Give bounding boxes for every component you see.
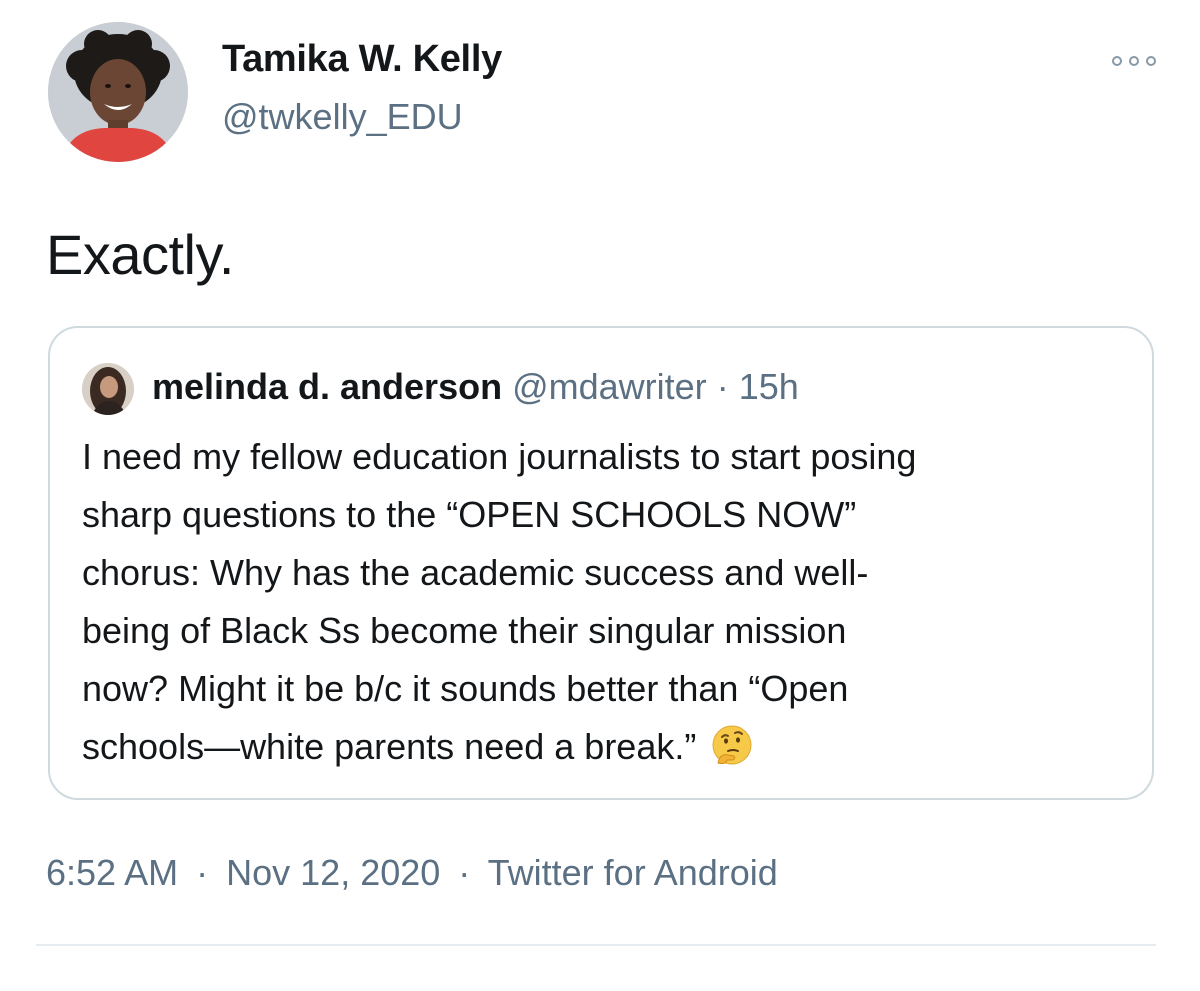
quoted-author-name[interactable]: melinda d. anderson <box>152 366 502 407</box>
separator-dot: · <box>458 852 471 893</box>
quoted-tweet-line: sharp questions to the “OPEN SCHOOLS NOW… <box>82 494 857 535</box>
more-options-icon[interactable] <box>1112 52 1156 70</box>
quoted-tweet-header: melinda d. anderson @mdawriter · 15h <box>152 366 799 408</box>
quoted-tweet-line: I need my fellow education journalists t… <box>82 436 917 477</box>
dot-icon <box>1146 56 1156 66</box>
author-avatar[interactable] <box>48 22 188 162</box>
quoted-tweet-line-text: schools—white parents need a break.” <box>82 726 697 767</box>
tweet-time[interactable]: 6:52 AM <box>46 852 178 893</box>
quoted-tweet-time[interactable]: 15h <box>739 366 799 407</box>
tweet-date[interactable]: Nov 12, 2020 <box>226 852 440 893</box>
quoted-tweet-line: chorus: Why has the academic success and… <box>82 552 869 593</box>
divider <box>36 944 1156 946</box>
author-name[interactable]: Tamika W. Kelly <box>222 38 502 81</box>
author-handle[interactable]: @twkelly_EDU <box>222 96 463 138</box>
tweet-source[interactable]: Twitter for Android <box>488 852 778 893</box>
quoted-tweet-text: I need my fellow education journalists t… <box>82 428 1132 784</box>
tweet-metadata: 6:52 AM · Nov 12, 2020 · Twitter for And… <box>46 852 778 894</box>
dot-icon <box>1129 56 1139 66</box>
quoted-tweet-line: being of Black Ss become their singular … <box>82 610 847 651</box>
tweet: Tamika W. Kelly @twkelly_EDU Exactly. me… <box>0 0 1200 991</box>
quoted-tweet-card[interactable]: melinda d. anderson @mdawriter · 15h I n… <box>48 326 1154 800</box>
quoted-author-avatar-image <box>82 363 134 415</box>
thinking-face-icon <box>710 723 754 784</box>
dot-icon <box>1112 56 1122 66</box>
quoted-tweet-line-last: schools—white parents need a break.” <box>82 718 1132 784</box>
author-avatar-image <box>48 22 188 162</box>
quoted-tweet-line: now? Might it be b/c it sounds better th… <box>82 668 849 709</box>
quoted-author-handle[interactable]: @mdawriter <box>512 366 707 407</box>
separator-dot: · <box>716 366 729 407</box>
quoted-author-avatar[interactable] <box>82 363 134 415</box>
separator-dot: · <box>196 852 209 893</box>
tweet-text: Exactly. <box>46 223 234 286</box>
